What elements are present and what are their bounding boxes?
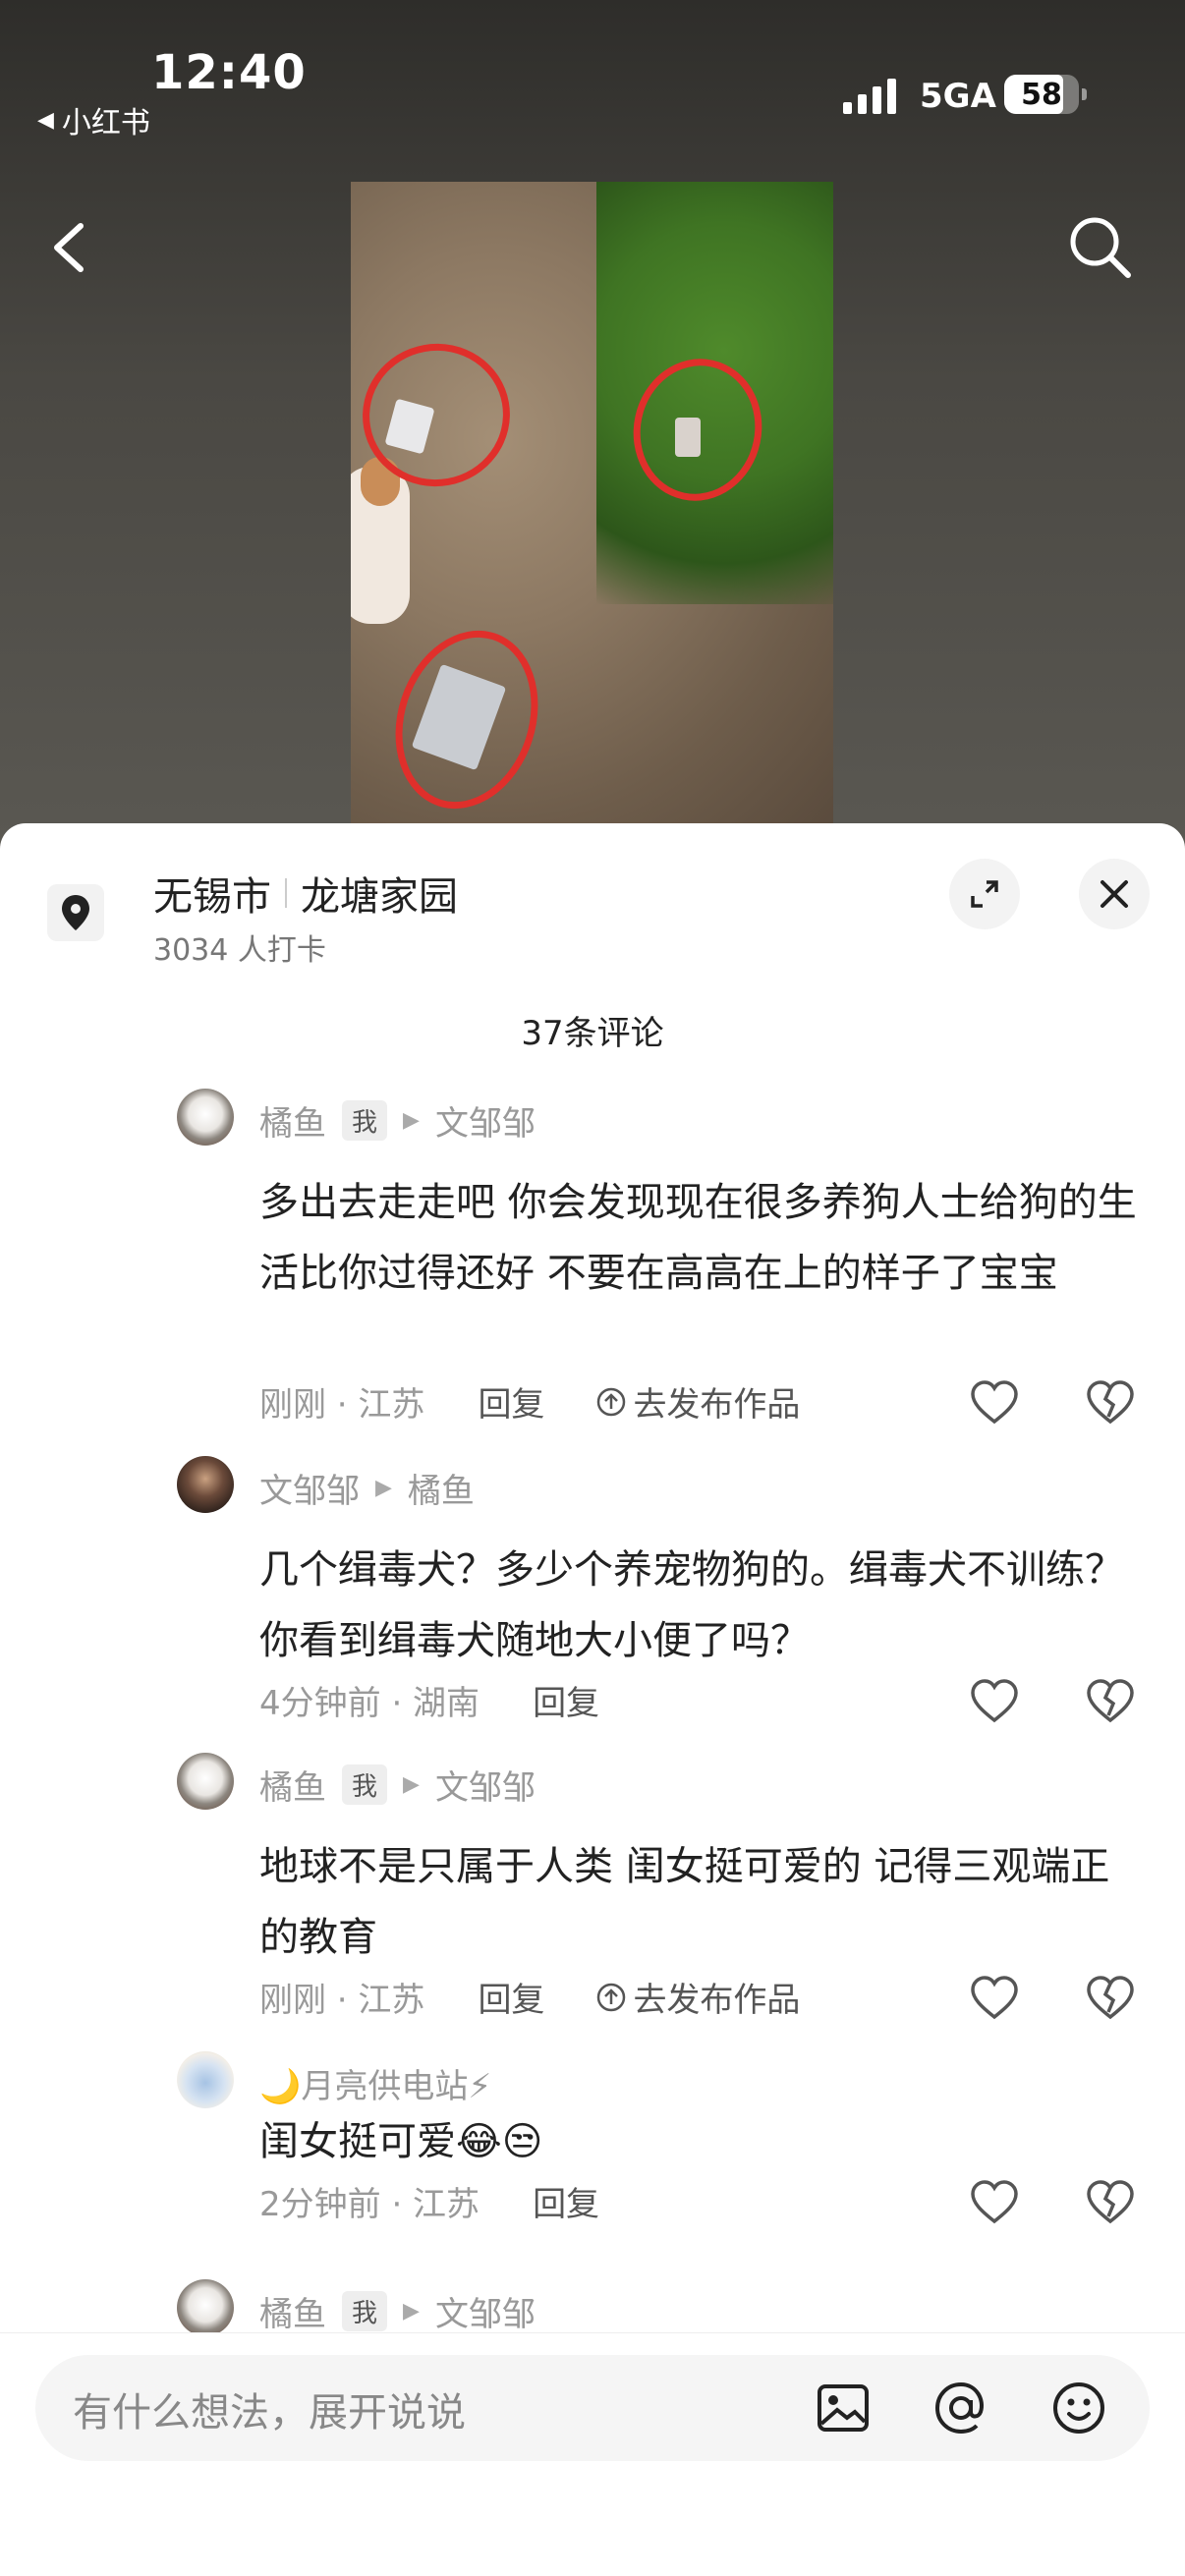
avatar[interactable] — [177, 2051, 234, 2108]
reply-button[interactable]: 回复 — [533, 1676, 599, 1724]
search-icon — [1070, 217, 1131, 278]
comment-input-bar: 有什么想法，展开说说 — [0, 2332, 1185, 2576]
close-icon — [1100, 880, 1128, 908]
heart-icon[interactable] — [969, 2177, 1020, 2228]
reply-arrow-icon: ▶ — [375, 1476, 392, 1500]
comment-text[interactable]: 闺女挺可爱😂😒 — [259, 2106, 1144, 2177]
post-media-area: 12:40 ◀ 小红书 5GA 58 — [0, 0, 1185, 845]
back-to-app-link[interactable]: ◀ 小红书 — [37, 98, 150, 141]
comment-input[interactable]: 有什么想法，展开说说 — [35, 2355, 1150, 2461]
publish-label: 去发布作品 — [633, 1981, 801, 2020]
location-checkins: 3034 人打卡 — [153, 933, 326, 968]
comment-author[interactable]: 🌙月亮供电站⚡ — [259, 2059, 491, 2107]
me-badge: 我 — [342, 2291, 388, 2331]
comment-meta: 文邹邹 ▶ 橘鱼 — [259, 1464, 475, 1512]
comment-meta: 橘鱼 我 ▶ 文邹邹 — [259, 1096, 536, 1145]
publish-label: 去发布作品 — [633, 1385, 801, 1425]
comment-author[interactable]: 文邹邹 — [259, 1464, 360, 1512]
comment-footer: 2分钟前 · 江苏 回复 — [259, 2177, 599, 2225]
avatar[interactable] — [177, 1753, 234, 1810]
avatar[interactable] — [177, 2279, 234, 2336]
expand-button[interactable] — [949, 859, 1020, 929]
location-place: 龙塘家园 — [301, 874, 458, 920]
location-pin-icon — [62, 895, 89, 930]
comment-time-location: 4分钟前 · 湖南 — [259, 1684, 480, 1723]
comment-meta: 🌙月亮供电站⚡ — [259, 2059, 491, 2107]
comment-text[interactable]: 几个缉毒犬？多少个养宠物狗的。缉毒犬不训练？你看到缉毒犬随地大小便了吗？ — [259, 1535, 1144, 1676]
publish-button[interactable]: 去发布作品 — [595, 1377, 800, 1426]
publish-button[interactable]: 去发布作品 — [595, 1973, 800, 2021]
emoji-icon[interactable] — [1045, 2375, 1112, 2441]
network-label: 5GA — [920, 77, 996, 116]
upload-icon — [597, 1983, 626, 2011]
image-icon[interactable] — [810, 2375, 876, 2441]
comments-count: 37条评论 — [521, 1014, 664, 1053]
comment-input-placeholder: 有什么想法，展开说说 — [73, 2390, 466, 2436]
reply-to-name[interactable]: 橘鱼 — [408, 1464, 475, 1512]
annotation-circle-3 — [372, 611, 561, 825]
comment-time-location: 刚刚 · 江苏 — [259, 1981, 425, 2020]
comment-text[interactable]: 多出去走走吧 你会发现现在很多养狗人士给狗的生活比你过得还好 不要在高高在上的样… — [259, 1167, 1144, 1309]
reply-button[interactable]: 回复 — [478, 1973, 544, 2021]
reply-arrow-icon: ▶ — [403, 1772, 420, 1797]
signal-icon — [843, 79, 896, 114]
location-title[interactable]: 无锡市 龙塘家园 — [153, 865, 458, 922]
back-app-label: 小红书 — [61, 106, 150, 140]
expand-icon — [971, 880, 998, 908]
broken-heart-icon[interactable] — [1085, 1377, 1136, 1428]
me-badge: 我 — [342, 1764, 388, 1805]
comment-footer: 刚刚 · 江苏 回复 去发布作品 — [259, 1973, 800, 2021]
reply-arrow-icon: ▶ — [403, 2299, 420, 2324]
avatar[interactable] — [177, 1456, 234, 1513]
location-pin-box — [47, 884, 104, 941]
battery-icon: 58 — [1004, 75, 1087, 114]
photo-puppy — [351, 457, 410, 624]
reply-to-name[interactable]: 文邹邹 — [435, 2287, 536, 2335]
comment-footer: 4分钟前 · 湖南 回复 — [259, 1676, 599, 1724]
reply-arrow-icon: ▶ — [403, 1108, 420, 1133]
search-button[interactable] — [1061, 208, 1140, 287]
comments-sheet: 无锡市 龙塘家园 3034 人打卡 37条评论 橘鱼 我 ▶ 文邹邹 多出去走走… — [0, 823, 1185, 2576]
status-time: 12:40 — [151, 45, 307, 100]
broken-heart-icon[interactable] — [1085, 1676, 1136, 1727]
status-bar: 12:40 ◀ 小红书 5GA 58 — [0, 0, 1185, 147]
location-city: 无锡市 — [153, 874, 271, 920]
back-icon — [54, 223, 84, 272]
reply-to-name[interactable]: 文邹邹 — [435, 1096, 536, 1145]
back-triangle-icon: ◀ — [37, 107, 54, 133]
location-separator — [285, 878, 287, 908]
heart-icon[interactable] — [969, 1377, 1020, 1428]
at-icon[interactable] — [928, 2375, 994, 2441]
close-button[interactable] — [1079, 859, 1150, 929]
avatar[interactable] — [177, 1089, 234, 1146]
me-badge: 我 — [342, 1100, 388, 1141]
reply-button[interactable]: 回复 — [478, 1377, 544, 1426]
post-photo[interactable] — [351, 182, 833, 825]
back-button[interactable] — [39, 208, 98, 287]
comment-author[interactable]: 橘鱼 — [259, 1096, 326, 1145]
comment-meta: 橘鱼 我 ▶ 文邹邹 — [259, 1761, 536, 1809]
comment-author[interactable]: 橘鱼 — [259, 2287, 326, 2335]
comment-author[interactable]: 橘鱼 — [259, 1761, 326, 1809]
battery-level: 58 — [1021, 77, 1062, 112]
reply-button[interactable]: 回复 — [533, 2177, 599, 2225]
broken-heart-icon[interactable] — [1085, 1973, 1136, 2024]
upload-icon — [597, 1387, 626, 1416]
comment-time-location: 2分钟前 · 江苏 — [259, 2185, 480, 2224]
heart-icon[interactable] — [969, 1676, 1020, 1727]
comment-meta: 橘鱼 我 ▶ 文邹邹 — [259, 2287, 536, 2335]
heart-icon[interactable] — [969, 1973, 1020, 2024]
broken-heart-icon[interactable] — [1085, 2177, 1136, 2228]
comment-footer: 刚刚 · 江苏 回复 去发布作品 — [259, 1377, 800, 1426]
comment-text[interactable]: 地球不是只属于人类 闺女挺可爱的 记得三观端正的教育 — [259, 1831, 1144, 1973]
comment-time-location: 刚刚 · 江苏 — [259, 1385, 425, 1425]
reply-to-name[interactable]: 文邹邹 — [435, 1761, 536, 1809]
